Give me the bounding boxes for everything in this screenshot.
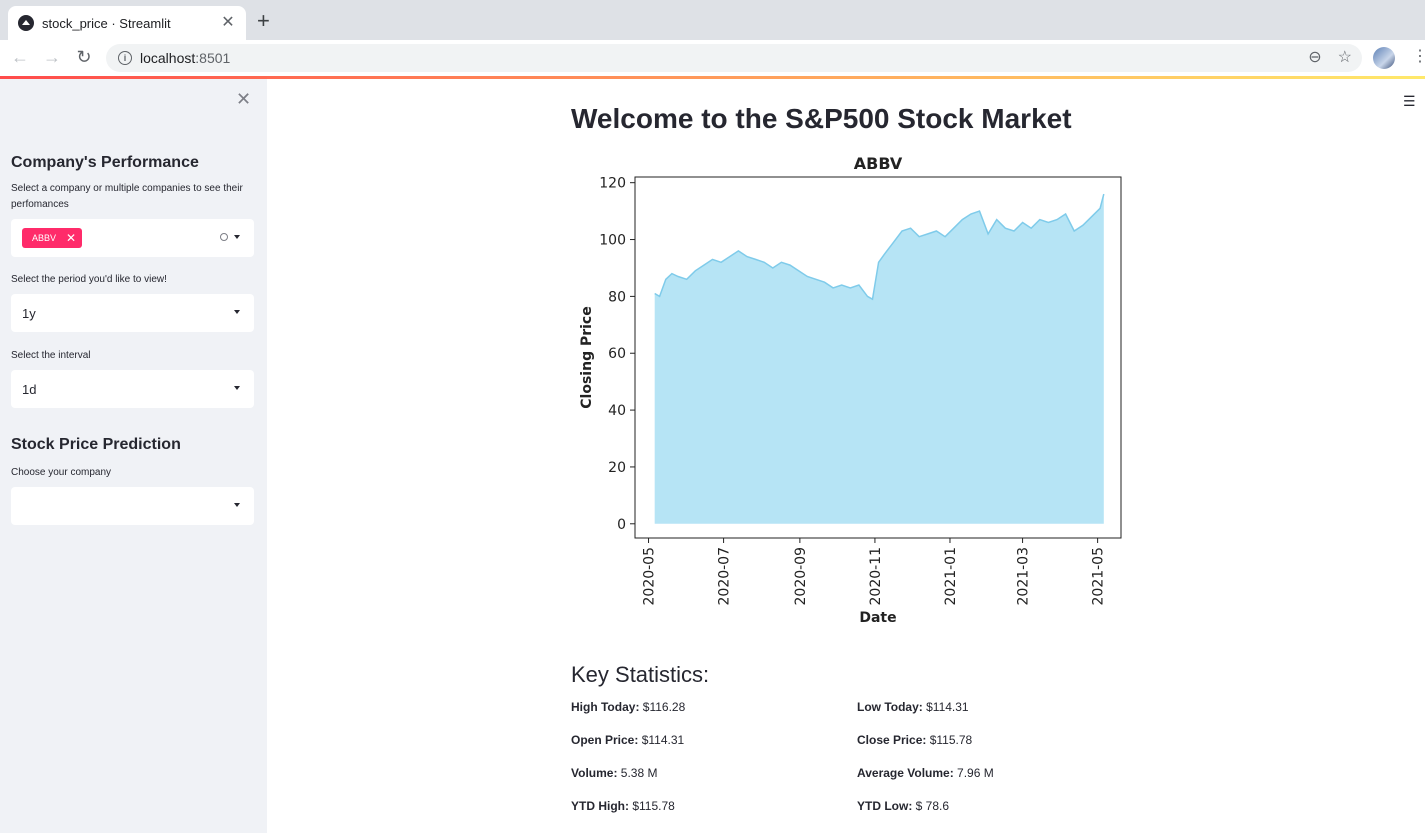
stat-value: $114.31 <box>638 733 685 747</box>
url-port: :8501 <box>195 50 231 66</box>
stat-label: Low Today: <box>857 700 923 714</box>
predict-company-select[interactable] <box>11 487 254 525</box>
y-tick-label: 80 <box>608 289 626 305</box>
stat-value: $116.28 <box>639 700 686 714</box>
site-info-icon[interactable]: i <box>118 51 132 65</box>
y-tick-label: 60 <box>608 346 626 362</box>
browser-menu-icon[interactable]: ⋮ <box>1412 49 1425 65</box>
stat-item: High Today: $116.28 <box>571 700 685 714</box>
clear-all-icon[interactable] <box>220 233 228 241</box>
x-tick-label: 2021-03 <box>1016 547 1032 606</box>
stat-value: $115.78 <box>926 733 973 747</box>
key-statistics-heading: Key Statistics: <box>571 662 710 687</box>
browser-toolbar: ← → ↻ i localhost :8501 ⊖ ☆ <box>0 40 1425 76</box>
zoom-icon[interactable]: ⊖ <box>1308 48 1321 68</box>
y-tick-label: 0 <box>617 517 626 533</box>
x-tick-label: 2020-09 <box>793 547 809 606</box>
back-icon[interactable]: ← <box>4 47 36 68</box>
streamlit-favicon-icon <box>18 15 34 31</box>
stat-item: Open Price: $114.31 <box>571 733 684 747</box>
predict-company-label: Choose your company <box>11 467 112 478</box>
address-bar[interactable]: i localhost :8501 ⊖ ☆ <box>106 44 1362 72</box>
remove-chip-icon[interactable]: ✕ <box>66 231 76 245</box>
stat-item: Average Volume: 7.96 M <box>857 766 994 780</box>
x-tick-label: 2020-11 <box>868 547 884 606</box>
sidebar: ✕ Company's Performance Select a company… <box>0 79 267 833</box>
y-tick-label: 20 <box>608 460 626 476</box>
area-fill <box>654 194 1104 524</box>
stat-item: Close Price: $115.78 <box>857 733 972 747</box>
x-tick-label: 2021-01 <box>943 547 959 606</box>
y-axis-label: Closing Price <box>579 306 595 408</box>
chart-title: ABBV <box>854 154 903 173</box>
company-chip: ABBV ✕ <box>22 228 83 248</box>
company-performance-heading: Company's Performance <box>11 154 199 171</box>
prediction-heading: Stock Price Prediction <box>11 436 181 453</box>
y-tick-label: 40 <box>608 403 626 419</box>
x-tick-label: 2021-05 <box>1091 547 1107 606</box>
chevron-down-icon <box>234 310 240 314</box>
period-select[interactable]: 1y <box>11 294 254 332</box>
period-label: Select the period you'd like to view! <box>11 274 167 285</box>
tab-close-icon[interactable]: ✕ <box>220 15 236 31</box>
hamburger-menu-icon[interactable]: ☰ <box>1403 94 1416 108</box>
period-value: 1y <box>22 305 36 321</box>
stat-item: Low Today: $114.31 <box>857 700 969 714</box>
stat-label: YTD Low: <box>857 799 913 813</box>
interval-value: 1d <box>22 381 37 397</box>
reload-icon[interactable]: ↻ <box>68 47 100 68</box>
closing-price-chart: 0 20 40 60 80 100 120 2020-05 2020-07 2020-09 2020… <box>579 154 1122 626</box>
stat-label: Average Volume: <box>857 766 954 780</box>
page-title: Welcome to the S&P500 Stock Market <box>571 103 1072 134</box>
company-multiselect[interactable]: ABBV ✕ <box>11 219 254 257</box>
tab-title: stock_price · Streamlit <box>42 15 171 31</box>
y-tick-label: 120 <box>599 176 626 192</box>
browser-tab[interactable]: stock_price · Streamlit ✕ <box>8 6 246 40</box>
x-tick-label: 2020-05 <box>642 547 658 606</box>
forward-icon[interactable]: → <box>36 47 68 68</box>
stat-item: YTD High: $115.78 <box>571 799 675 813</box>
stat-item: YTD Low: $ 78.6 <box>857 799 949 813</box>
url-host: localhost <box>140 50 196 66</box>
browser-tab-bar: stock_price · Streamlit ✕ + <box>0 0 1425 40</box>
company-chip-label: ABBV <box>32 233 57 243</box>
stat-label: YTD High: <box>571 799 629 813</box>
stat-label: High Today: <box>571 700 640 714</box>
chevron-down-icon <box>234 503 240 507</box>
sidebar-close-icon[interactable]: ✕ <box>236 89 251 110</box>
company-select-label: Select a company or multiple companies t… <box>11 183 243 210</box>
interval-label: Select the interval <box>11 350 91 361</box>
stat-label: Close Price: <box>857 733 927 747</box>
bookmark-star-icon[interactable]: ☆ <box>1338 48 1352 68</box>
chevron-down-icon <box>234 386 240 390</box>
stat-label: Volume: <box>571 766 618 780</box>
new-tab-icon[interactable]: + <box>257 10 270 32</box>
stat-label: Open Price: <box>571 733 639 747</box>
stat-value: $114.31 <box>922 700 969 714</box>
x-tick-label: 2020-07 <box>717 547 733 606</box>
stat-value: 5.38 M <box>617 766 658 780</box>
stat-value: 7.96 M <box>953 766 994 780</box>
stat-value: $ 78.6 <box>912 799 950 813</box>
stat-value: $115.78 <box>629 799 675 813</box>
y-tick-label: 100 <box>599 233 626 249</box>
chevron-down-icon[interactable] <box>234 235 240 239</box>
interval-select[interactable]: 1d <box>11 370 254 408</box>
stat-item: Volume: 5.38 M <box>571 766 657 780</box>
profile-avatar[interactable] <box>1373 47 1395 69</box>
x-axis-label: Date <box>859 610 896 626</box>
